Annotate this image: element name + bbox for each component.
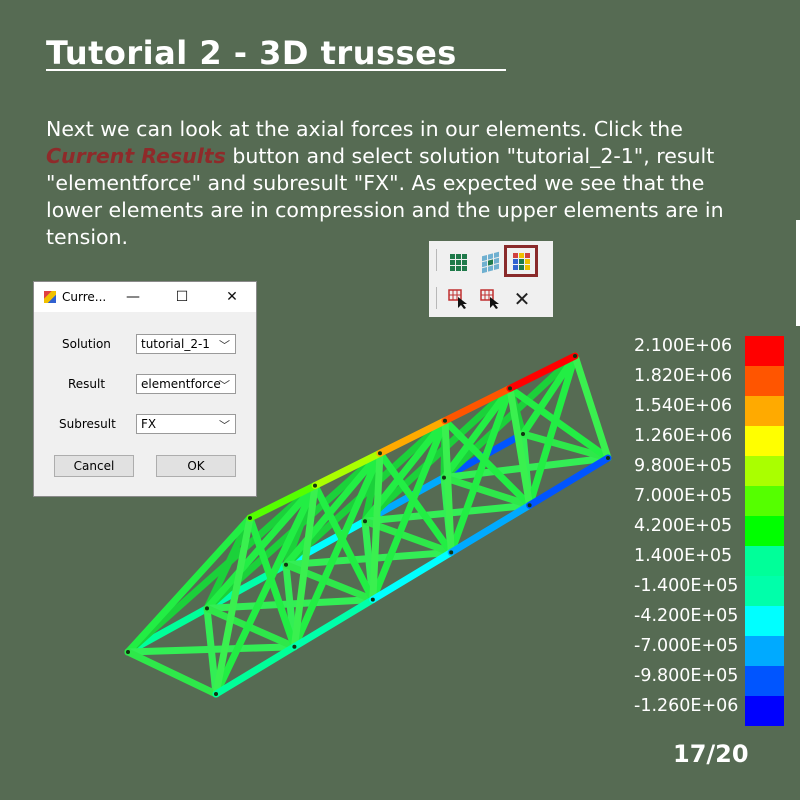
legend-swatch: [745, 636, 784, 666]
truss-node: [370, 597, 375, 602]
legend-swatch: [745, 426, 784, 456]
legend-label: -4.200E+05: [634, 606, 739, 626]
legend-label: 7.000E+05: [634, 486, 733, 506]
truss-node: [205, 606, 209, 611]
truss-node: [449, 550, 454, 555]
truss-node: [363, 519, 367, 524]
truss-node: [248, 516, 252, 520]
truss-node: [313, 483, 317, 488]
legend-label: -7.000E+05: [634, 636, 739, 656]
legend-swatch: [745, 336, 784, 366]
legend-label: 1.820E+06: [634, 366, 733, 386]
legend-swatch: [745, 546, 784, 576]
legend-swatch: [745, 576, 784, 606]
legend-label: 9.800E+05: [634, 456, 733, 476]
truss-node: [508, 386, 512, 391]
legend-swatch: [745, 666, 784, 696]
legend-swatch: [745, 606, 784, 636]
truss-node: [126, 650, 130, 654]
legend-label: 2.100E+06: [634, 336, 733, 356]
legend-swatch: [745, 486, 784, 516]
legend-label: -1.260E+06: [634, 696, 739, 716]
legend-swatch: [745, 456, 784, 486]
legend-swatch: [745, 366, 784, 396]
truss-node: [443, 418, 447, 423]
legend-swatch: [745, 516, 784, 546]
legend-label: 1.540E+06: [634, 396, 733, 416]
page-number: 17/20: [673, 740, 749, 768]
legend-swatch: [745, 396, 784, 426]
truss-node: [606, 456, 610, 460]
truss-node: [284, 562, 288, 567]
legend-swatch: [745, 696, 784, 726]
legend-label: 1.260E+06: [634, 426, 733, 446]
legend-label: -1.400E+05: [634, 576, 739, 596]
legend-label: -9.800E+05: [634, 666, 739, 686]
legend-label: 4.200E+05: [634, 516, 733, 536]
truss-node: [521, 432, 525, 436]
truss-node: [573, 354, 577, 358]
truss-node: [527, 503, 532, 508]
truss-element: [203, 604, 220, 698]
truss-element: [124, 648, 220, 698]
truss-node: [214, 692, 218, 696]
truss-node: [442, 475, 446, 480]
legend-label: 1.400E+05: [634, 546, 733, 566]
truss-node: [378, 451, 382, 456]
truss-node: [292, 644, 297, 649]
